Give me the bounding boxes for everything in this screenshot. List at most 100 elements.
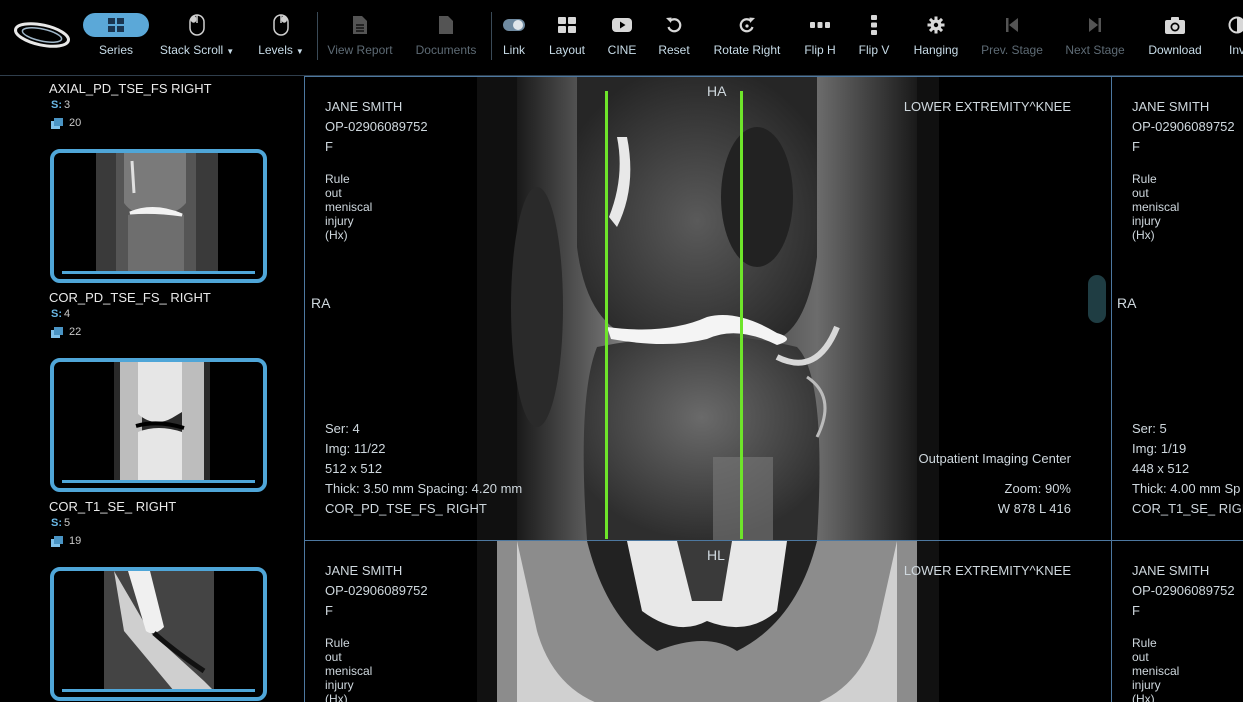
patient-name: JANE SMITH <box>325 99 403 114</box>
patient-sex: F <box>1132 139 1140 154</box>
cine-button[interactable]: CINE <box>603 8 641 68</box>
next-stage-button[interactable]: Next Stage <box>1062 8 1128 68</box>
viewport-bottom-right[interactable]: JANE SMITH OP-02906089752 F Rule out men… <box>1111 540 1243 702</box>
report-icon <box>353 16 367 34</box>
mri-coronal-t1-image <box>477 541 939 702</box>
body-part: LOWER EXTREMITY^KNEE <box>903 99 1071 114</box>
orientation-top: HL <box>707 547 725 563</box>
flip-horizontal-icon <box>810 22 830 28</box>
toolbar-separator <box>317 12 318 60</box>
series-label: Series <box>98 43 133 57</box>
stack-scroll-label: Stack Scroll <box>159 43 224 57</box>
history-line: meniscal <box>1132 200 1180 214</box>
mouse-icon <box>189 14 205 36</box>
link-button[interactable]: Link <box>497 8 531 68</box>
series-info: Ser: 4 <box>325 421 360 436</box>
thumbnail-progress-bar <box>62 271 255 274</box>
view-report-label: View Report <box>327 43 393 57</box>
image-stack-icon <box>51 117 63 129</box>
hanging-button[interactable]: Hanging <box>910 8 962 68</box>
mri-coronal-knee-image <box>477 77 939 540</box>
series-thumbnail[interactable] <box>50 358 267 492</box>
patient-sex: F <box>325 603 333 618</box>
series-description: COR_T1_SE_ RIGH <box>1132 501 1243 516</box>
undo-icon <box>666 17 682 33</box>
mri-coronal-pd-thumbnail <box>96 153 218 273</box>
reference-line <box>740 91 743 539</box>
image-count: 20 <box>69 117 82 129</box>
series-number: 3 <box>64 99 71 111</box>
history-line: injury <box>325 678 354 692</box>
camera-icon <box>1165 16 1185 34</box>
history-line: Rule <box>1132 636 1157 650</box>
series-thumbnail[interactable] <box>50 149 267 283</box>
image-stack-icon <box>51 535 63 547</box>
patient-name: JANE SMITH <box>1132 563 1210 578</box>
caret-down-icon: ▼ <box>226 47 235 56</box>
history-line: injury <box>325 214 354 228</box>
history-line: Rule <box>325 172 350 186</box>
flip-h-label: Flip H <box>804 43 836 57</box>
flip-h-button[interactable]: Flip H <box>800 8 840 68</box>
history-line: out <box>325 186 342 200</box>
layout-button[interactable]: Layout <box>544 8 590 68</box>
image-count: 22 <box>69 326 82 338</box>
flip-vertical-icon <box>871 15 877 35</box>
download-button[interactable]: Download <box>1145 8 1205 68</box>
link-icon <box>503 19 525 31</box>
series-title: AXIAL_PD_TSE_FS RIGHT <box>49 81 212 96</box>
skip-forward-icon <box>1089 18 1101 32</box>
patient-id: OP-02906089752 <box>325 583 428 598</box>
prev-stage-button[interactable]: Prev. Stage <box>978 8 1046 68</box>
image-scrollbar-handle[interactable] <box>1088 275 1106 323</box>
invert-button[interactable]: Inv <box>1222 8 1243 68</box>
rotate-right-button[interactable]: Rotate Right <box>710 8 784 68</box>
prev-stage-label: Prev. Stage <box>981 43 1043 57</box>
invert-icon <box>1228 16 1243 34</box>
image-count-row: 22 <box>51 326 81 338</box>
body-part: LOWER EXTREMITY^KNEE <box>903 563 1071 578</box>
history-line: Rule <box>1132 172 1157 186</box>
history-line: out <box>1132 186 1149 200</box>
series-thumbnail[interactable] <box>50 567 267 701</box>
reference-line <box>605 91 608 539</box>
stack-scroll-button[interactable]: Stack Scroll ▼ <box>156 8 238 68</box>
link-label: Link <box>502 43 525 57</box>
image-count: 19 <box>69 535 82 547</box>
viewport-main[interactable]: HA RA JANE SMITH OP-02906089752 F Rule o… <box>304 76 1112 541</box>
series-button[interactable]: Series <box>82 8 150 68</box>
mri-coronal-t1-thumbnail <box>114 362 210 482</box>
history-line: injury <box>1132 678 1161 692</box>
patient-sex: F <box>1132 603 1140 618</box>
institution-name: Outpatient Imaging Center <box>918 451 1071 466</box>
series-number: 5 <box>64 517 71 529</box>
image-info: Img: 1/19 <box>1132 441 1187 456</box>
toolbar: Series Stack Scroll ▼ Levels ▼ View Report… <box>0 0 1243 76</box>
reset-label: Reset <box>658 43 690 57</box>
series-number-row: S: 3 <box>51 99 71 111</box>
series-title: COR_PD_TSE_FS_ RIGHT <box>49 290 211 305</box>
series-title: COR_T1_SE_ RIGHT <box>49 499 177 514</box>
play-icon <box>612 18 632 32</box>
flip-v-button[interactable]: Flip V <box>856 8 892 68</box>
viewport-bottom-left[interactable]: HL JANE SMITH OP-02906089752 F Rule out … <box>304 540 1112 702</box>
document-icon <box>439 16 453 34</box>
image-stack-icon <box>51 326 63 338</box>
history-line: meniscal <box>325 200 373 214</box>
patient-id: OP-02906089752 <box>1132 583 1235 598</box>
thickness-info: Thick: 4.00 mm Sp <box>1132 481 1241 496</box>
documents-button[interactable]: Documents <box>412 8 480 68</box>
flip-v-label: Flip V <box>858 43 890 57</box>
reset-button[interactable]: Reset <box>654 8 694 68</box>
series-sidebar: AXIAL_PD_TSE_FS RIGHT S: 3 20 COR_PD_TSE_… <box>0 77 304 702</box>
history-line: (Hx) <box>325 228 348 242</box>
layout-icon <box>558 17 576 33</box>
matrix-info: 448 x 512 <box>1132 461 1190 476</box>
image-count-row: 20 <box>51 117 81 129</box>
image-count-row: 19 <box>51 535 81 547</box>
patient-id: OP-02906089752 <box>1132 119 1235 134</box>
view-report-button[interactable]: View Report <box>324 8 396 68</box>
viewport-right-top[interactable]: RA JANE SMITH OP-02906089752 F Rule out … <box>1111 76 1243 541</box>
series-info: Ser: 5 <box>1132 421 1167 436</box>
levels-button[interactable]: Levels ▼ <box>252 8 310 68</box>
